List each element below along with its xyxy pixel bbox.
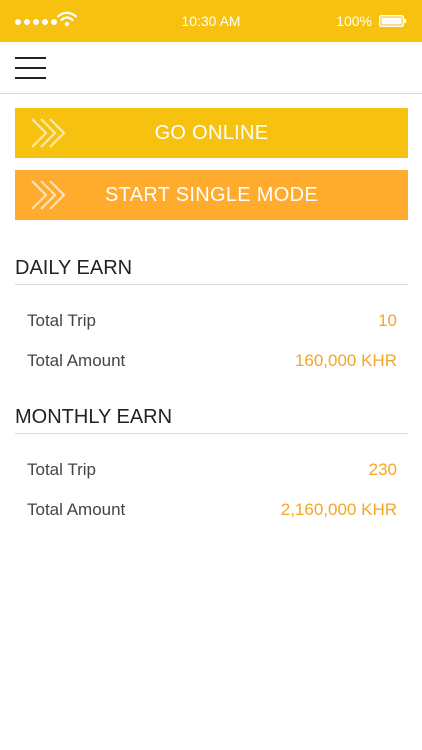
nav-bar bbox=[0, 42, 422, 94]
monthly-total-trip-label: Total Trip bbox=[27, 460, 96, 479]
daily-total-amount-label: Total Amount bbox=[27, 351, 126, 370]
start-single-mode-button[interactable]: START SINGLE MODE bbox=[15, 170, 408, 220]
monthly-total-trip-row: Total Trip 230 bbox=[27, 458, 397, 482]
daily-total-trip-value: 10 bbox=[378, 311, 397, 330]
daily-total-trip-label: Total Trip bbox=[27, 311, 96, 330]
daily-total-amount-value: 160,000 KHR bbox=[294, 351, 397, 370]
monthly-total-amount-row: Total Amount 2,160,000 KHR bbox=[27, 498, 397, 522]
go-online-label: GO ONLINE bbox=[154, 122, 269, 144]
monthly-total-amount-value: 2,160,000 KHR bbox=[280, 500, 397, 519]
hamburger-menu-icon[interactable] bbox=[15, 56, 47, 80]
daily-total-trip-row: Total Trip 10 bbox=[27, 309, 397, 333]
daily-total-amount-row: Total Amount 160,000 KHR bbox=[27, 349, 397, 373]
monthly-total-amount-label: Total Amount bbox=[27, 500, 126, 519]
daily-earn-heading: DAILY EARN bbox=[15, 254, 408, 285]
monthly-earn-heading: MONTHLY EARN bbox=[15, 403, 408, 434]
status-bar: 10:30 AM 100% bbox=[0, 0, 422, 42]
battery-icon bbox=[379, 15, 407, 27]
monthly-total-trip-value: 230 bbox=[368, 460, 397, 479]
battery-percent: 100% bbox=[336, 13, 372, 29]
go-online-button[interactable]: GO ONLINE bbox=[15, 108, 408, 158]
start-single-mode-label: START SINGLE MODE bbox=[105, 184, 318, 206]
